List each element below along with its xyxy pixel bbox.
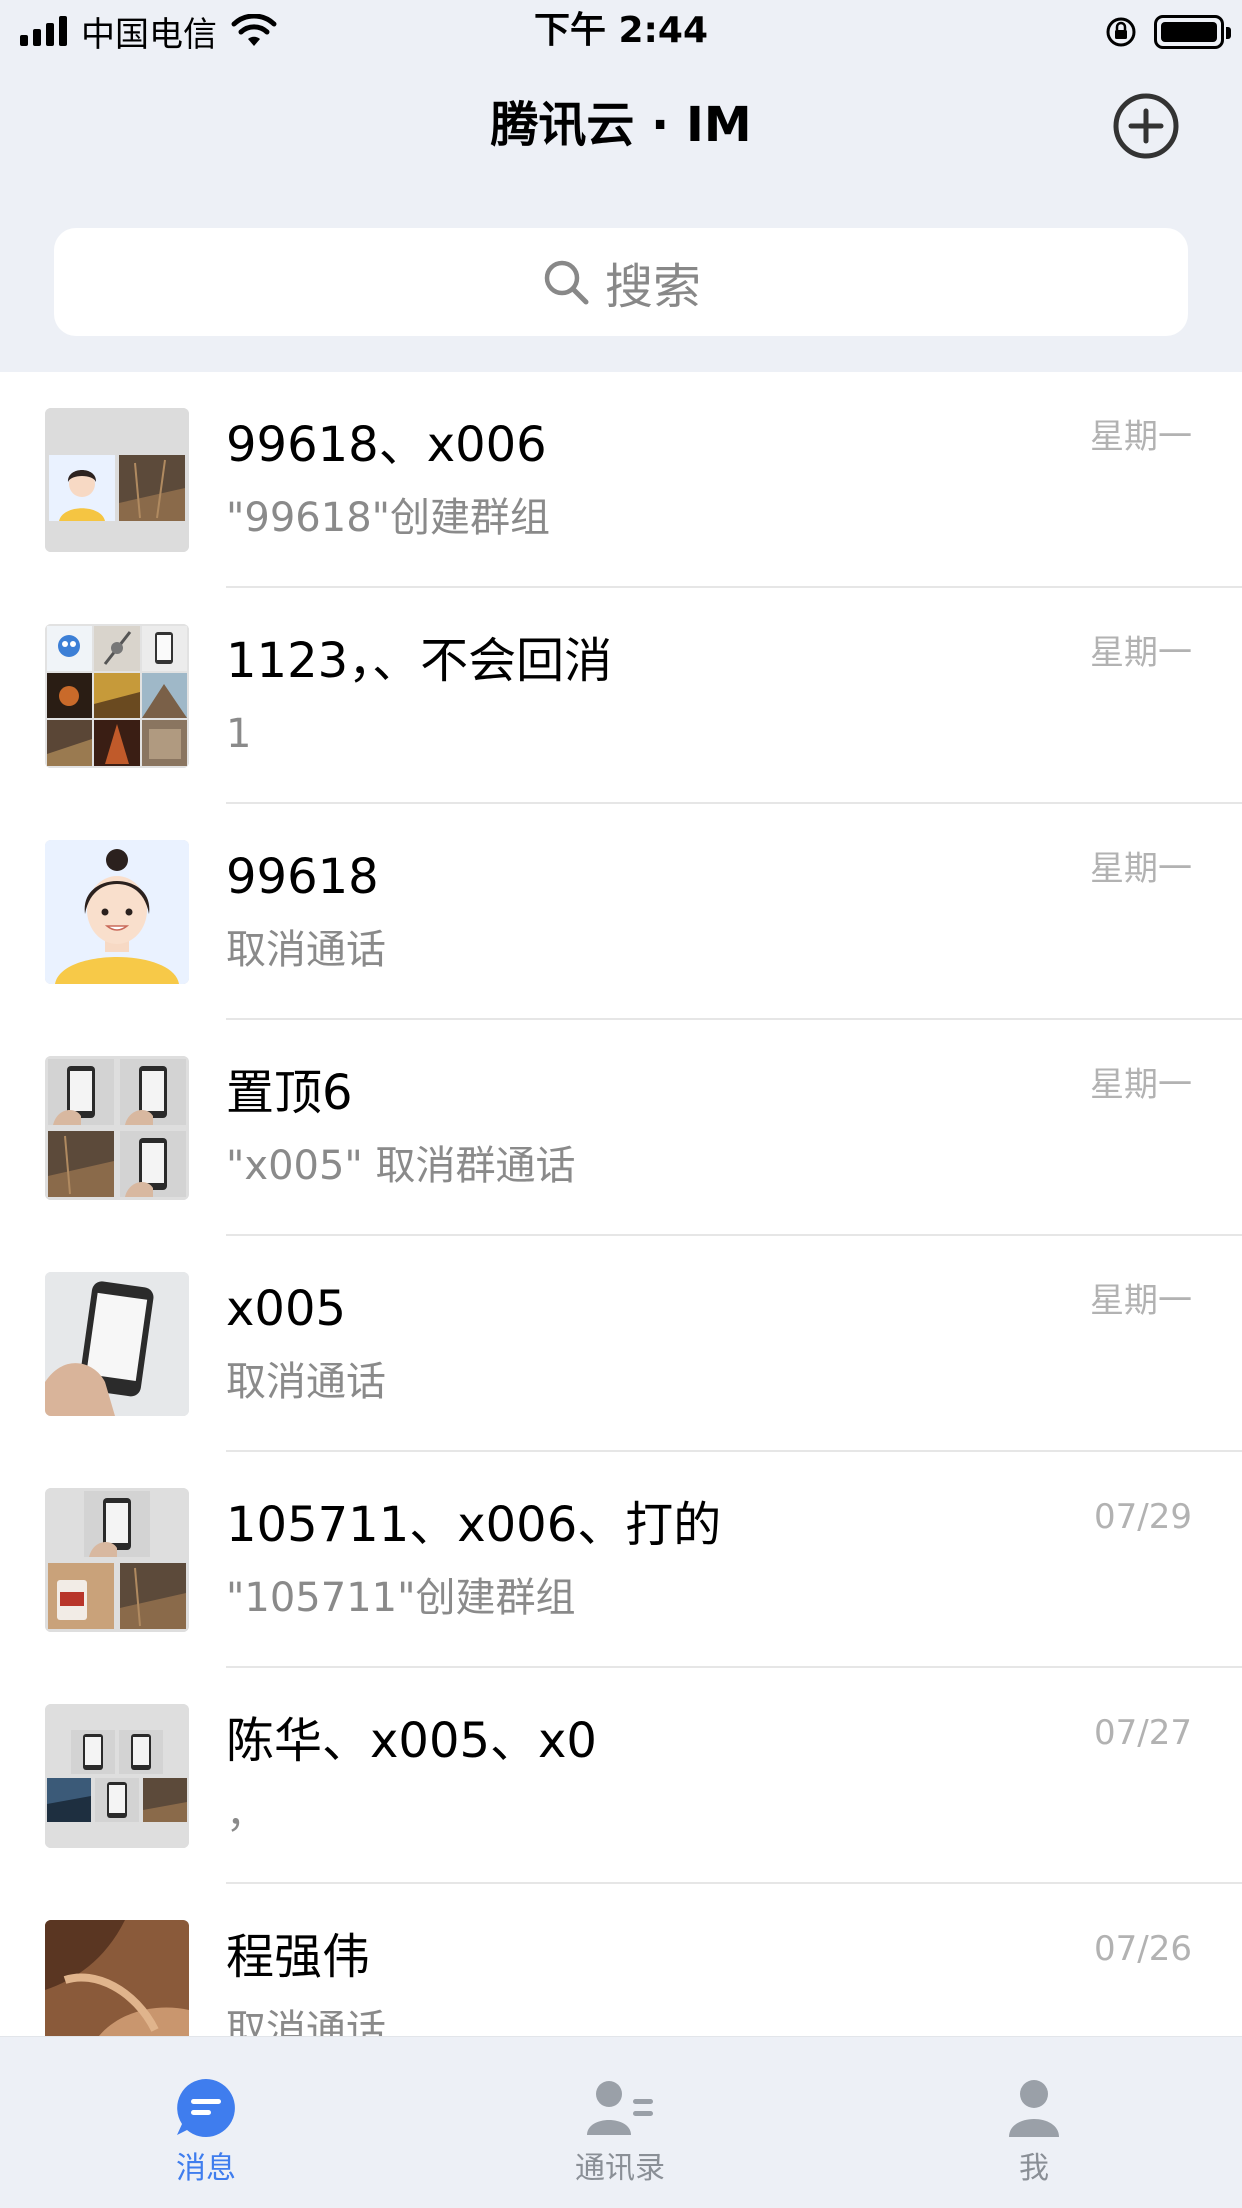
conversation-name: 置顶6 [226, 1065, 353, 1121]
page-title: 腾讯云 · IM [490, 97, 752, 153]
conversation-last-message: ， [226, 1791, 266, 1837]
conversation-time: 星期一 [1090, 1281, 1192, 1321]
conversation-time: 星期一 [1090, 417, 1192, 457]
user-avatar [45, 1920, 189, 2036]
status-right [1104, 10, 1231, 54]
conversation-time: 星期一 [1090, 633, 1192, 673]
tab-messages[interactable]: 消息 [126, 2077, 286, 2197]
conversation-time: 星期一 [1090, 1065, 1192, 1105]
conversation-item[interactable]: x005 取消通话 星期一 [0, 1236, 1242, 1452]
group-avatar [45, 1704, 189, 1848]
conversation-name: 99618 [226, 849, 379, 905]
tab-profile[interactable]: 我 [954, 2077, 1114, 2197]
header: 腾讯云 · IM 搜索 [0, 62, 1242, 372]
conversation-item[interactable]: 程强伟 取消通话 07/26 [0, 1884, 1242, 2036]
conversation-name: 陈华、x005、x0 [226, 1713, 597, 1769]
conversation-name: 程强伟 [226, 1929, 371, 1985]
group-avatar [45, 408, 189, 552]
search-placeholder: 搜索 [604, 259, 701, 315]
tab-bar: 消息 通讯录 我 [0, 2036, 1242, 2208]
conversation-last-message: "x005" 取消群通话 [226, 1143, 576, 1189]
conversation-item[interactable]: 105711、x006、打的 "105711"创建群组 07/29 [0, 1452, 1242, 1668]
group-avatar [45, 1488, 189, 1632]
conversation-item[interactable]: 陈华、x005、x0 ， 07/27 [0, 1668, 1242, 1884]
chat-bubble-icon [177, 2079, 235, 2137]
conversation-item[interactable]: 1123，、不会回消 1 星期一 [0, 588, 1242, 804]
conversation-name: 99618、x006 [226, 417, 547, 473]
tab-label: 我 [1019, 2151, 1049, 2186]
battery-icon [1154, 15, 1231, 49]
conversation-last-message: "105711"创建群组 [226, 1575, 576, 1621]
tab-label: 消息 [176, 2151, 236, 2186]
status-bar: 中国电信 下午 2:44 [0, 0, 1242, 62]
conversation-last-message: 取消通话 [226, 1359, 386, 1405]
status-time: 下午 2:44 [533, 10, 709, 51]
conversation-item[interactable]: 99618 取消通话 星期一 [0, 804, 1242, 1020]
conversation-last-message: 取消通话 [226, 927, 386, 973]
conversation-time: 星期一 [1090, 849, 1192, 889]
conversation-last-message: 1 [226, 711, 252, 757]
screen: 中国电信 下午 2:44 腾讯云 · IM 搜索 99618、x006 "996… [0, 0, 1242, 2208]
profile-icon [1009, 2080, 1059, 2137]
search-icon [544, 260, 589, 305]
conversation-list[interactable]: 99618、x006 "99618"创建群组 星期一 1123，、不会回消 1 … [0, 372, 1242, 2036]
user-avatar [45, 840, 189, 984]
plus-circle-icon[interactable] [1112, 92, 1180, 160]
tab-contacts[interactable]: 通讯录 [540, 2077, 700, 2197]
user-avatar [45, 1272, 189, 1416]
conversation-name: x005 [226, 1281, 347, 1337]
conversation-name: 1123，、不会回消 [226, 633, 613, 689]
group-avatar [45, 1056, 189, 1200]
group-avatar [45, 624, 189, 768]
conversation-item[interactable]: 置顶6 "x005" 取消群通话 星期一 [0, 1020, 1242, 1236]
conversation-time: 07/27 [1094, 1713, 1192, 1753]
conversation-time: 07/26 [1094, 1929, 1192, 1969]
rotation-lock-icon [1106, 17, 1136, 47]
contacts-icon [587, 2081, 653, 2135]
conversation-last-message: "99618"创建群组 [226, 495, 551, 541]
conversation-time: 07/29 [1094, 1497, 1192, 1537]
conversation-last-message: 取消通话 [226, 2007, 386, 2036]
conversation-name: 105711、x006、打的 [226, 1497, 722, 1553]
conversation-item[interactable]: 99618、x006 "99618"创建群组 星期一 [0, 372, 1242, 588]
tab-label: 通讯录 [575, 2151, 665, 2186]
search-input[interactable]: 搜索 [54, 228, 1188, 336]
